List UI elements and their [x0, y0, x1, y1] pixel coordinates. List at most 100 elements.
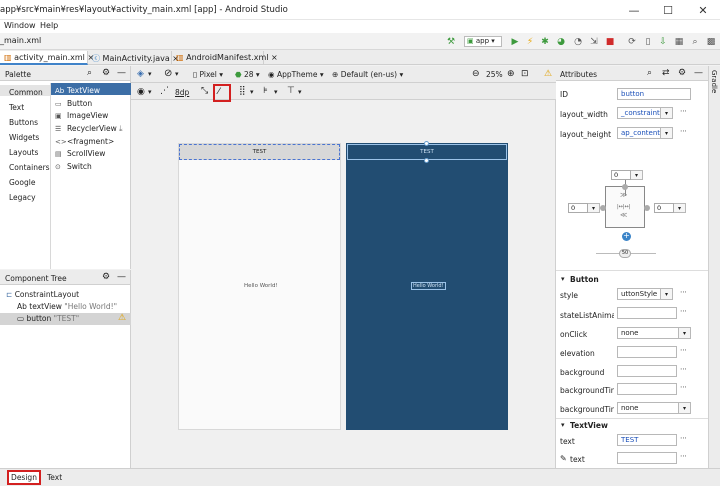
zoom-in-icon[interactable]: ⊕	[507, 69, 515, 79]
zoom-to-fit-icon[interactable]: ⊡	[521, 69, 529, 79]
layout-height-dropdown[interactable]: ▾	[661, 127, 673, 139]
zoom-out-icon[interactable]: ⊖	[472, 69, 480, 79]
text-field[interactable]: TEST	[617, 434, 677, 446]
state-list-animator-field[interactable]	[617, 307, 677, 319]
hammer-icon[interactable]: ⚒	[446, 37, 456, 47]
menu-window[interactable]: Window	[4, 21, 36, 30]
more-icon[interactable]: ⋯	[680, 107, 687, 115]
locale-dropdown[interactable]: ⊕ Default (en-us) ▾	[332, 70, 403, 79]
settings-icon[interactable]: ▩	[706, 37, 716, 47]
more-icon[interactable]: ⋯	[680, 288, 687, 296]
tab-main-activity[interactable]: ⓒ MainActivity.java ×	[88, 51, 179, 65]
category-buttons[interactable]: Buttons	[9, 118, 38, 127]
apply-changes-icon[interactable]: ⚡	[525, 37, 535, 47]
dropdown-arrow-icon[interactable]: ▾	[175, 70, 179, 78]
avd-manager-icon[interactable]: ▯	[643, 37, 653, 47]
close-tab-icon[interactable]: ×	[271, 53, 278, 62]
swap-view-icon[interactable]: ⇄	[662, 68, 670, 78]
tree-node-textview[interactable]: Ab textView "Hello World!"	[17, 302, 117, 311]
close-button[interactable]: ✕	[686, 0, 720, 20]
text-tab[interactable]: Text	[47, 473, 62, 482]
tab-android-manifest[interactable]: ▥ AndroidManifest.xml ×	[172, 51, 278, 65]
onclick-dropdown[interactable]: ▾	[679, 327, 691, 339]
palette-item-switch[interactable]: ⊙ Switch	[55, 162, 92, 171]
eye-icon[interactable]: ◉	[137, 87, 145, 97]
design-tab[interactable]: Design	[7, 470, 41, 485]
background-field[interactable]	[617, 365, 677, 377]
tab-activity-main[interactable]: ▥ activity_main.xml ×	[0, 51, 94, 65]
magic-wand-icon[interactable]: ⁄	[218, 87, 220, 97]
default-margin-button[interactable]: 8dp	[175, 88, 189, 97]
debug-icon[interactable]: ✱	[540, 37, 550, 47]
menu-help[interactable]: Help	[40, 21, 58, 30]
add-constraint-icon[interactable]: +	[622, 232, 631, 241]
clear-constraints-icon[interactable]: ⤡	[201, 86, 208, 96]
pack-icon[interactable]: ⣿	[239, 86, 246, 96]
palette-item-button[interactable]: ▭ Button	[55, 99, 92, 108]
download-icon[interactable]: ⤓	[119, 124, 123, 134]
dropdown-arrow-icon[interactable]: ▾	[148, 70, 152, 78]
align-icon[interactable]: ⊧	[263, 86, 268, 96]
category-text[interactable]: Text	[9, 103, 24, 112]
warning-icon[interactable]: ⚠	[118, 313, 126, 323]
category-layouts[interactable]: Layouts	[9, 148, 38, 157]
bias-slider-thumb[interactable]: 50	[619, 249, 631, 258]
left-margin-dropdown[interactable]: ▾	[588, 203, 600, 213]
layers-icon[interactable]: ◈	[137, 69, 144, 79]
preview-button[interactable]: TEST	[179, 144, 340, 160]
more-icon[interactable]: ⋯	[680, 383, 687, 391]
autoconnect-icon[interactable]: ⋰	[160, 86, 169, 96]
search-everywhere-icon[interactable]: ⌕	[690, 37, 700, 47]
hide-panel-icon[interactable]: —	[117, 68, 126, 78]
more-icon[interactable]: ⋯	[680, 346, 687, 354]
gear-icon[interactable]: ⚙	[102, 272, 110, 282]
collapse-icon[interactable]: ▾	[561, 421, 565, 429]
background-tint-mode-field[interactable]: none	[617, 402, 679, 414]
right-constraint-dot[interactable]	[644, 205, 650, 211]
category-common[interactable]: Common	[9, 88, 43, 97]
horizontal-size-icon[interactable]: |↔|↔|	[617, 204, 630, 210]
tree-node-constraintlayout[interactable]: ⊏ ConstraintLayout	[6, 290, 79, 299]
palette-item-fragment[interactable]: <><fragment>	[55, 137, 114, 146]
tools-text-field[interactable]	[617, 452, 677, 464]
theme-dropdown[interactable]: ◉ AppTheme ▾	[268, 70, 324, 79]
onclick-field[interactable]: none	[617, 327, 679, 339]
run-config-dropdown[interactable]: ▣ app ▾	[464, 36, 502, 47]
layout-width-dropdown[interactable]: ▾	[661, 107, 673, 119]
left-constraint-dot[interactable]	[600, 205, 606, 211]
gear-icon[interactable]: ⚙	[678, 68, 686, 78]
top-margin-dropdown[interactable]: ▾	[631, 170, 643, 180]
search-icon[interactable]: ⌕	[647, 68, 652, 78]
right-margin-dropdown[interactable]: ▾	[674, 203, 686, 213]
breadcrumb[interactable]: _main.xml	[0, 36, 41, 45]
attach-icon[interactable]: ⇲	[589, 37, 599, 47]
dropdown-arrow-icon[interactable]: ▾	[298, 88, 302, 96]
more-icon[interactable]: ⋯	[680, 127, 687, 135]
warning-icon[interactable]: ⚠	[544, 69, 552, 79]
search-icon[interactable]: ⌕	[87, 68, 92, 78]
palette-item-textview[interactable]: Ab TextView	[55, 86, 100, 95]
dropdown-arrow-icon[interactable]: ▾	[274, 88, 278, 96]
palette-item-scrollview[interactable]: ▤ ScrollView	[55, 149, 105, 158]
id-field[interactable]: button	[617, 88, 691, 100]
category-google[interactable]: Google	[9, 178, 35, 187]
preview-hello-text[interactable]: Hello World!	[244, 283, 278, 289]
background-tint-mode-dropdown[interactable]: ▾	[679, 402, 691, 414]
hide-panel-icon[interactable]: —	[117, 272, 126, 282]
orientation-icon[interactable]: ⊘	[164, 68, 172, 79]
left-margin-field[interactable]: 0	[568, 203, 588, 213]
elevation-field[interactable]	[617, 346, 677, 358]
sync-icon[interactable]: ⟳	[627, 37, 637, 47]
layout-width-field[interactable]: _constraint	[617, 107, 661, 119]
category-containers[interactable]: Containers	[9, 163, 50, 172]
background-tint-field[interactable]	[617, 383, 677, 395]
maximize-button[interactable]: ☐	[651, 0, 685, 20]
top-constraint-handle[interactable]	[424, 141, 429, 146]
palette-item-imageview[interactable]: ▣ ImageView	[55, 111, 108, 120]
device-dropdown[interactable]: ▯ Pixel ▾	[193, 70, 223, 79]
gear-icon[interactable]: ⚙	[102, 68, 110, 78]
more-icon[interactable]: ⋯	[680, 365, 687, 373]
collapse-icon[interactable]: ▾	[561, 275, 565, 283]
more-icon[interactable]: ⋯	[680, 307, 687, 315]
profile-icon[interactable]: ◔	[573, 37, 583, 47]
